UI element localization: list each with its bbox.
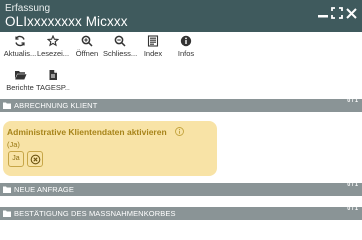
file-icon <box>49 70 57 80</box>
section-title: ABRECHNUNG KLIENT <box>14 101 98 110</box>
yes-button[interactable]: Ja <box>8 151 24 167</box>
tagesp-button[interactable]: TAGESP... <box>36 69 70 97</box>
section-count: 0 / 1 <box>347 206 358 212</box>
info-button[interactable]: Infos <box>169 35 203 63</box>
info-circle-icon[interactable] <box>175 127 184 136</box>
window-subtitle: OLIxxxxxxxx Micxxx <box>5 14 128 29</box>
close-icon[interactable] <box>346 7 357 19</box>
info-icon <box>180 35 192 47</box>
minimize-icon[interactable] <box>318 7 328 19</box>
tagesp-label: TAGESP... <box>36 83 70 92</box>
refresh-icon <box>15 35 25 47</box>
reports-label: Berichte <box>6 83 34 92</box>
section-title: BESTÄTIGUNG DES MASSNAHMENKORBES <box>14 209 176 218</box>
close-view-button[interactable]: Schliess... <box>103 35 137 63</box>
task-card-klientendaten: Administrative Klientendaten aktivieren … <box>3 121 217 176</box>
folder-icon <box>3 102 11 109</box>
toolbar: Aktualis... Lesezei... Öffnen Schliess..… <box>0 32 362 96</box>
section-abrechnung-klient[interactable]: ABRECHNUNG KLIENT 0 / 1 <box>0 98 362 112</box>
open-label: Öffnen <box>75 49 99 58</box>
index-button[interactable]: Index <box>136 35 170 63</box>
section-count: 0 / 1 <box>347 98 358 104</box>
task-card-title: Administrative Klientendaten aktivieren <box>7 127 167 137</box>
task-card-value: (Ja) <box>7 140 20 149</box>
bookmark-button[interactable]: Lesezei... <box>36 35 70 63</box>
zoom-out-icon <box>114 35 126 47</box>
window-titlebar: Erfassung OLIxxxxxxxx Micxxx <box>0 0 362 32</box>
star-icon <box>47 35 59 47</box>
toolbar-row-reports: Berichte TAGESP... <box>0 69 362 97</box>
info-label: Infos <box>177 49 195 58</box>
reject-button[interactable] <box>27 151 43 167</box>
cancel-circle-icon <box>30 154 40 165</box>
open-button[interactable]: Öffnen <box>70 35 104 63</box>
refresh-label: Aktualis... <box>3 49 37 58</box>
section-title: NEUE ANFRAGE <box>14 185 74 194</box>
folder-open-icon <box>14 71 26 80</box>
document-icon <box>147 35 159 47</box>
maximize-icon[interactable] <box>331 7 343 19</box>
section-count: 0 / 1 <box>347 182 358 188</box>
index-label: Index <box>143 49 163 58</box>
zoom-in-icon <box>81 35 93 47</box>
reports-button[interactable]: Berichte <box>3 69 37 97</box>
folder-icon <box>3 210 11 217</box>
bookmark-label: Lesezei... <box>36 49 70 58</box>
folder-icon <box>3 186 11 193</box>
window-title: Erfassung <box>5 3 51 14</box>
section-bestaetigung-massnahmenkorb[interactable]: BESTÄTIGUNG DES MASSNAHMENKORBES 0 / 1 <box>0 206 362 220</box>
window-controls <box>318 7 357 19</box>
close-view-label: Schliess... <box>103 49 137 58</box>
toolbar-row-main: Aktualis... Lesezei... Öffnen Schliess..… <box>0 35 362 65</box>
refresh-button[interactable]: Aktualis... <box>3 35 37 63</box>
section-neue-anfrage[interactable]: NEUE ANFRAGE 0 / 1 <box>0 182 362 196</box>
